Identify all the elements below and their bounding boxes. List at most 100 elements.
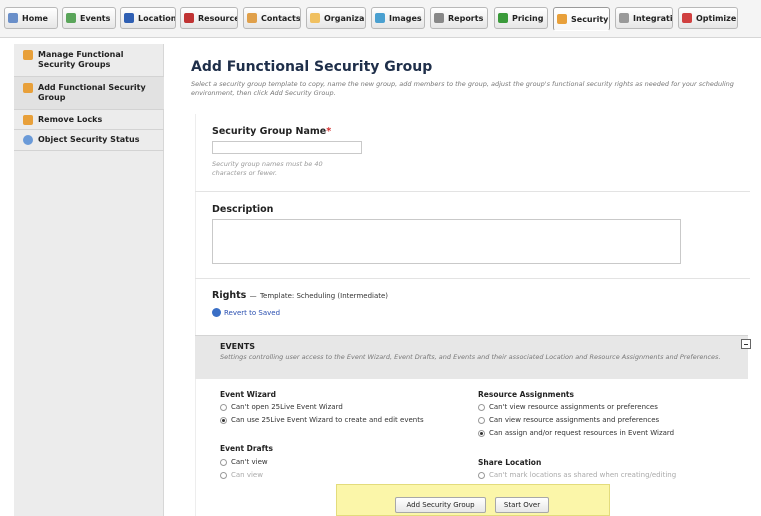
sidebar-item-label: Object Security Status	[38, 135, 140, 144]
tab-label: Images	[389, 13, 422, 23]
home-icon	[8, 13, 18, 23]
tab-images[interactable]: Images	[371, 7, 425, 29]
radio-button[interactable]	[220, 471, 227, 479]
events-section-description: Settings controlling user access to the …	[220, 353, 721, 361]
organizations-icon	[310, 13, 320, 23]
group-name-field[interactable]	[212, 141, 362, 154]
group-name-label: Security Group Name*	[212, 126, 331, 137]
radio-button[interactable]	[478, 429, 485, 437]
radio-option[interactable]: Can't view resource assignments or prefe…	[478, 403, 658, 411]
rights-label: Rights	[212, 290, 247, 301]
radio-label: Can use 25Live Event Wizard to create an…	[231, 416, 424, 424]
radio-button[interactable]	[478, 471, 485, 479]
rights-template: Template: Scheduling (Intermediate)	[259, 292, 389, 300]
sidebar-item-remove-locks[interactable]: Remove Locks	[14, 110, 164, 130]
radio-button[interactable]	[478, 403, 485, 411]
radio-button[interactable]	[220, 403, 227, 411]
group-add-icon	[23, 83, 33, 93]
sidebar-item-object-status[interactable]: Object Security Status	[14, 130, 164, 151]
sidebar-item-add-group[interactable]: Add Functional Security Group	[14, 77, 164, 110]
radio-label: Can view	[231, 471, 263, 479]
radio-label: Can't view resource assignments or prefe…	[489, 403, 658, 411]
tab-contacts[interactable]: Contacts	[243, 7, 301, 29]
description-field[interactable]	[212, 219, 681, 264]
revert-label: Revert to Saved	[224, 308, 281, 317]
rights-dash: —	[249, 292, 257, 300]
tab-integrations[interactable]: Integrati	[615, 7, 673, 29]
group-title-event-drafts: Event Drafts	[220, 444, 273, 453]
radio-option[interactable]: Can assign and/or request resources in E…	[478, 429, 674, 437]
radio-option[interactable]: Can view	[220, 471, 263, 479]
group-icon	[23, 50, 33, 60]
collapse-icon[interactable]	[741, 339, 751, 349]
radio-button[interactable]	[220, 458, 227, 466]
tab-label: Home	[22, 13, 48, 23]
radio-option[interactable]: Can't open 25Live Event Wizard	[220, 403, 343, 411]
tab-label: Resource	[198, 13, 238, 23]
radio-button[interactable]	[478, 416, 485, 424]
images-icon	[375, 13, 385, 23]
tab-resource[interactable]: Resource	[180, 7, 238, 29]
group-name-label-text: Security Group Name	[212, 126, 327, 137]
radio-label: Can't view	[231, 458, 268, 466]
events-section-title: EVENTS	[220, 342, 256, 351]
radio-option[interactable]: Can view resource assignments and prefer…	[478, 416, 659, 424]
tab-organizations[interactable]: Organiza	[306, 7, 366, 29]
tab-label: Organiza	[324, 13, 365, 23]
tab-optimize[interactable]: Optimize	[678, 7, 738, 29]
radio-label: Can't open 25Live Event Wizard	[231, 403, 343, 411]
tab-label: Location	[138, 13, 176, 23]
contacts-icon	[247, 13, 257, 23]
radio-label: Can't mark locations as shared when crea…	[489, 471, 677, 479]
tab-label: Integrati	[633, 13, 673, 23]
start-over-button[interactable]: Start Over	[495, 497, 549, 513]
events-icon	[66, 13, 76, 23]
main-content: Add Functional Security Group Select a s…	[165, 44, 761, 516]
required-mark: *	[326, 126, 332, 137]
page-instructions: Select a security group template to copy…	[191, 80, 734, 97]
radio-option[interactable]: Can't mark locations as shared when crea…	[478, 471, 676, 479]
group-title-share-location: Share Location	[478, 458, 542, 467]
revert-to-saved-link[interactable]: Revert to Saved	[212, 308, 280, 317]
sidebar-item-manage-groups[interactable]: Manage Functional Security Groups	[14, 44, 164, 77]
group-name-hint: Security group names must be 40 characte…	[212, 160, 323, 177]
tab-label: Pricing	[512, 13, 544, 23]
divider	[195, 191, 750, 192]
security-sidebar: Manage Functional Security Groups Add Fu…	[14, 44, 164, 516]
tab-home[interactable]: Home	[4, 7, 58, 29]
status-icon	[23, 135, 33, 145]
reports-icon	[434, 13, 444, 23]
sidebar-item-label: Manage Functional Security Groups	[38, 50, 124, 69]
radio-label: Can view resource assignments and prefer…	[489, 416, 660, 424]
tab-security[interactable]: Security	[553, 7, 610, 31]
tab-label: Events	[80, 13, 111, 23]
rights-heading: Rights — Template: Scheduling (Intermedi…	[212, 290, 388, 301]
description-label: Description	[212, 204, 274, 215]
radio-button[interactable]	[220, 416, 227, 424]
integrations-icon	[619, 13, 629, 23]
resource-icon	[184, 13, 194, 23]
security-icon	[557, 14, 567, 24]
sidebar-item-label: Add Functional Security Group	[38, 83, 146, 102]
pricing-icon	[498, 13, 508, 23]
tab-reports[interactable]: Reports	[430, 7, 488, 29]
radio-option[interactable]: Can't view	[220, 458, 268, 466]
page-title: Add Functional Security Group	[191, 59, 433, 75]
location-icon	[124, 13, 134, 23]
sidebar-item-label: Remove Locks	[38, 115, 103, 124]
group-title-resource-assignments: Resource Assignments	[478, 390, 574, 399]
tab-label: Contacts	[261, 13, 301, 23]
lock-icon	[23, 115, 33, 125]
tab-location[interactable]: Location	[120, 7, 176, 29]
group-title-event-wizard: Event Wizard	[220, 390, 276, 399]
divider	[195, 278, 750, 279]
tab-pricing[interactable]: Pricing	[494, 7, 548, 29]
radio-option[interactable]: Can use 25Live Event Wizard to create an…	[220, 416, 424, 424]
revert-icon	[212, 308, 221, 317]
optimize-icon	[682, 13, 692, 23]
tab-label: Reports	[448, 13, 484, 23]
tab-events[interactable]: Events	[62, 7, 116, 29]
tab-label: Security	[571, 14, 609, 24]
add-security-group-button[interactable]: Add Security Group	[395, 497, 486, 513]
tab-label: Optimize	[696, 13, 737, 23]
